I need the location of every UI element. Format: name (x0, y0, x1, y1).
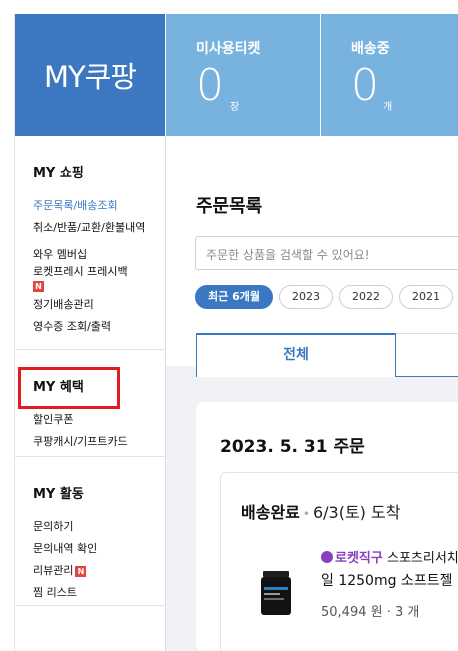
new-badge-icon: N (33, 280, 44, 292)
sidebar-item-freshbag[interactable]: 로켓프레시 프레시백 N (33, 266, 165, 294)
sidebar-item-coupons[interactable]: 할인쿠폰 (33, 409, 165, 431)
mycoupang-page: MY쿠팡 미사용티켓 0 장 배송중 0 개 MY 쇼핑 주문목록/배송조회 취… (14, 14, 458, 651)
stat-label: 미사용티켓 (196, 41, 261, 57)
price-quantity: 50,494 원 · 3 개 (321, 605, 420, 620)
stat-unit: 장 (230, 102, 240, 113)
sidebar: MY 쇼핑 주문목록/배송조회 취소/반품/교환/환불내역 와우 멤버십 로켓프… (15, 136, 166, 651)
sidebar-item-label: 로켓프레시 프레시백 (33, 266, 128, 277)
status-label: 배송완료 (241, 503, 300, 522)
period-filter: 최근 6개월 2023 2022 2021 2020 (195, 285, 458, 309)
sidebar-section-shopping: MY 쇼핑 주문목록/배송조회 취소/반품/교환/환불내역 와우 멤버십 로켓프… (15, 136, 165, 350)
chip-2022[interactable]: 2022 (338, 285, 393, 309)
chip-recent-6-months[interactable]: 최근 6개월 (195, 285, 273, 309)
order-date: 2023. 5. 31 주문 (220, 437, 365, 457)
stat-label: 배송중 (351, 41, 390, 57)
sidebar-item-inquiry-history[interactable]: 문의내역 확인 (33, 538, 165, 560)
arrival-date: 6/3(토) 도착 (312, 503, 401, 522)
stat-value: 0 (351, 60, 379, 111)
delivery-status: 배송완료 • 6/3(토) 도착 (241, 499, 400, 523)
tab-underline (396, 376, 458, 377)
rocket-direct-icon (321, 551, 333, 563)
shipping-stat[interactable]: 배송중 0 개 (321, 14, 458, 136)
mycoupang-logo[interactable]: MY쿠팡 (15, 14, 165, 136)
stat-unit: 개 (383, 102, 393, 113)
highlight-box (18, 367, 120, 409)
product-name: 스포츠리서치 (386, 551, 458, 566)
sidebar-item-cash-giftcard[interactable]: 쿠팡캐시/기프트카드 (33, 431, 165, 453)
sidebar-heading: MY 쇼핑 (33, 166, 84, 181)
order-tabs: 전체 (196, 333, 458, 377)
sidebar-item-returns[interactable]: 취소/반품/교환/환불내역 (33, 220, 165, 240)
tab-shipping-items[interactable] (396, 333, 458, 377)
main-content: 주문목록 주문한 상품을 검색할 수 있어요! 최근 6개월 2023 2022… (166, 136, 458, 651)
sidebar-section-activity: MY 활동 문의하기 문의내역 확인 리뷰관리 N 찜 리스트 (15, 457, 165, 606)
rocket-direct-badge: 로켓직구 (335, 551, 383, 566)
tab-all[interactable]: 전체 (196, 333, 396, 377)
separator-dot: • (302, 507, 310, 521)
sidebar-item-wishlist[interactable]: 찜 리스트 (33, 582, 165, 604)
sidebar-item-wow-membership[interactable]: 와우 멤버십 (33, 244, 165, 266)
chip-2023[interactable]: 2023 (278, 285, 333, 309)
sidebar-item-label: 리뷰관리 (33, 564, 74, 577)
sidebar-heading: MY 활동 (33, 487, 84, 502)
product-name-continued[interactable]: 일 1250mg 소프트젤 (321, 570, 452, 590)
new-badge-icon: N (75, 565, 87, 577)
product-image[interactable] (257, 565, 295, 619)
sidebar-item-inquiry[interactable]: 문의하기 (33, 516, 165, 538)
sidebar-item-orders[interactable]: 주문목록/배송조회 (33, 195, 165, 217)
sidebar-item-label: 취소/반품/교환/환불내역 (33, 221, 146, 234)
page-title: 주문목록 (196, 196, 263, 217)
shipment-box: 배송완료 • 6/3(토) 도착 로켓직구 스포츠리서치 일 1250mg 소프트젤 (220, 472, 458, 651)
order-card: 2023. 5. 31 주문 배송완료 • 6/3(토) 도착 로켓직구 스포츠… (196, 402, 458, 651)
stat-value: 0 (196, 60, 224, 111)
unused-ticket-stat[interactable]: 미사용티켓 0 장 (166, 14, 320, 136)
order-search-input[interactable]: 주문한 상품을 검색할 수 있어요! (195, 236, 458, 270)
sidebar-item-receipt[interactable]: 영수증 조회/출력 (33, 316, 165, 338)
sidebar-item-subscription[interactable]: 정기배송관리 (33, 294, 165, 316)
chip-2021[interactable]: 2021 (398, 285, 453, 309)
sidebar-item-reviews[interactable]: 리뷰관리 N (33, 560, 165, 582)
product-title-line[interactable]: 로켓직구 스포츠리서치 (321, 547, 458, 566)
brand-title: MY쿠팡 (43, 60, 137, 94)
